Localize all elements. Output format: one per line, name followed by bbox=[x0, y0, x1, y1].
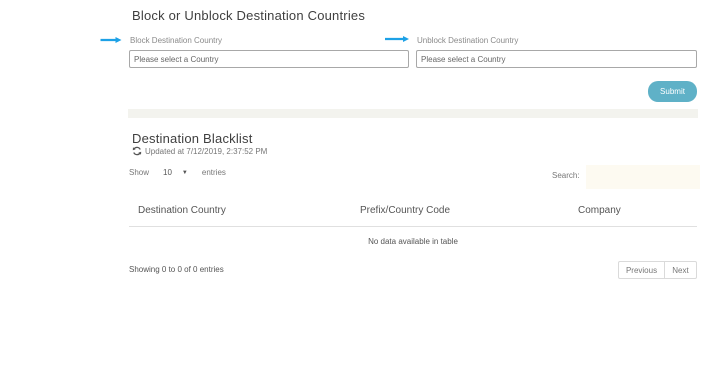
unblock-country-label: Unblock Destination Country bbox=[417, 36, 519, 45]
section-divider bbox=[128, 109, 698, 118]
search-label: Search: bbox=[552, 171, 580, 180]
updated-timestamp: Updated at 7/12/2019, 2:37:52 PM bbox=[145, 146, 268, 156]
submit-button[interactable]: Submit bbox=[648, 81, 697, 102]
entries-length-control: Show 10 ▼ entries bbox=[129, 168, 226, 177]
table-header-divider bbox=[129, 226, 697, 227]
block-country-label: Block Destination Country bbox=[130, 36, 223, 45]
blacklist-title: Destination Blacklist bbox=[132, 131, 253, 146]
unblock-country-select[interactable]: Please select a Country bbox=[416, 50, 697, 68]
column-header-destination-country[interactable]: Destination Country bbox=[138, 205, 226, 216]
show-label: Show bbox=[129, 168, 150, 177]
entries-select[interactable]: 10 ▼ bbox=[157, 168, 194, 177]
entries-label: entries bbox=[201, 168, 226, 177]
updated-status: Updated at 7/12/2019, 2:37:52 PM bbox=[132, 146, 267, 156]
section-title: Block or Unblock Destination Countries bbox=[132, 8, 366, 23]
unblock-country-placeholder: Please select a Country bbox=[421, 54, 506, 64]
caret-down-icon: ▼ bbox=[181, 169, 188, 176]
table-empty-message: No data available in table bbox=[368, 237, 458, 246]
arrow-right-icon bbox=[385, 36, 409, 42]
search-input[interactable] bbox=[586, 165, 700, 189]
column-header-prefix-country-code[interactable]: Prefix/Country Code bbox=[360, 205, 450, 216]
block-country-placeholder: Please select a Country bbox=[134, 54, 219, 64]
table-info: Showing 0 to 0 of 0 entries bbox=[129, 265, 224, 274]
next-button[interactable]: Next bbox=[665, 261, 697, 279]
entries-select-value: 10 bbox=[163, 168, 172, 177]
arrow-right-icon bbox=[100, 37, 122, 43]
pagination: Previous Next bbox=[618, 261, 697, 279]
previous-button[interactable]: Previous bbox=[618, 261, 665, 279]
column-header-company[interactable]: Company bbox=[578, 205, 621, 216]
block-country-select[interactable]: Please select a Country bbox=[129, 50, 409, 68]
refresh-icon[interactable] bbox=[132, 146, 142, 156]
